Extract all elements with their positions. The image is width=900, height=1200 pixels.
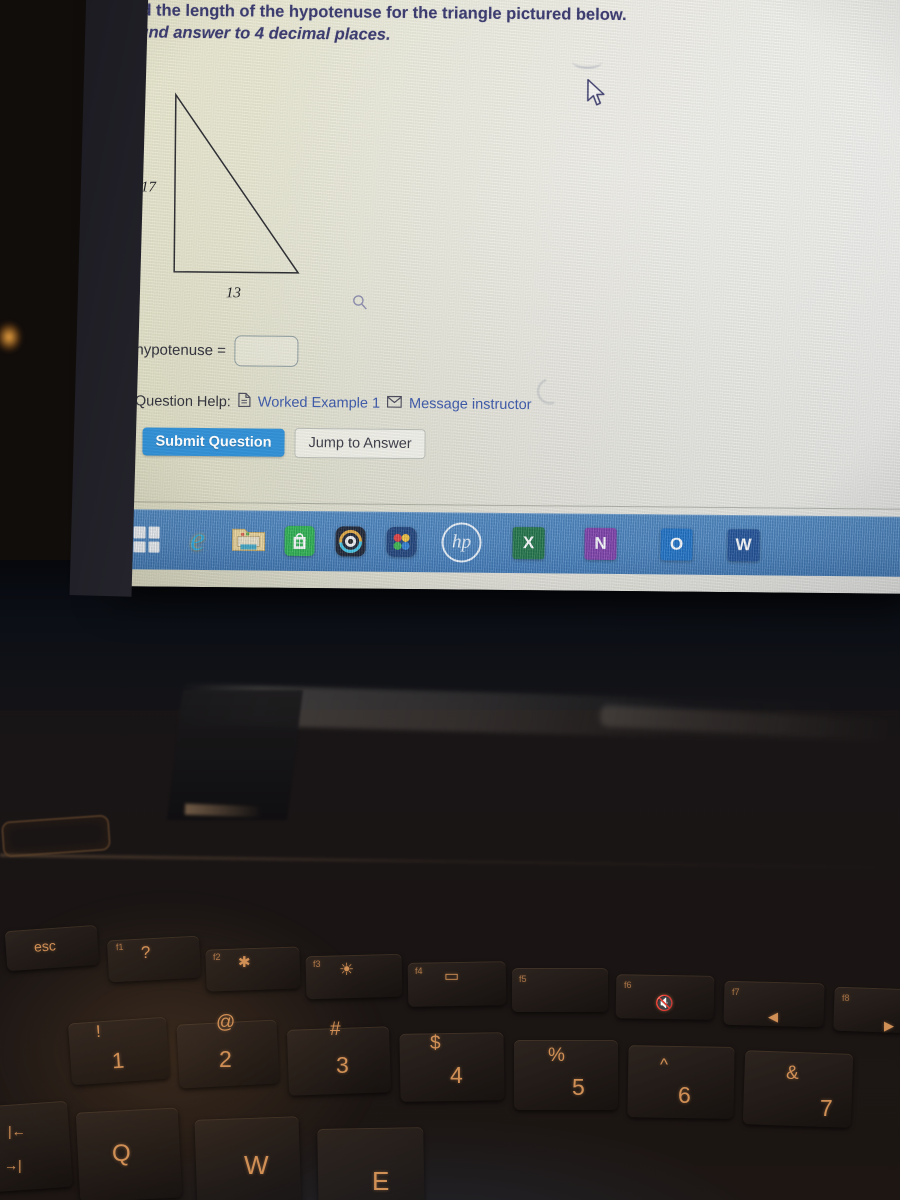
key-6-shift: ^ bbox=[660, 1055, 668, 1074]
key-e-label: E bbox=[372, 1166, 390, 1196]
cursor-trail-artifact bbox=[572, 54, 603, 69]
key-f8-volup-icon: ▶ bbox=[884, 1018, 894, 1033]
hinge-block bbox=[167, 690, 303, 820]
outlook-letter: O bbox=[669, 534, 684, 554]
document-icon bbox=[238, 392, 251, 411]
key-f1-glyph: ? bbox=[140, 942, 151, 963]
key-4-shift: $ bbox=[430, 1033, 441, 1054]
bezel-indicator-light bbox=[0, 322, 22, 352]
key-f2-glyph: ✱ bbox=[238, 954, 251, 971]
key-5-label: 5 bbox=[572, 1074, 585, 1100]
key-f1-fn: f1 bbox=[115, 941, 124, 953]
envelope-icon bbox=[387, 395, 403, 411]
key-e[interactable] bbox=[317, 1127, 425, 1200]
word-icon: W bbox=[727, 529, 760, 562]
internet-explorer-button[interactable]: e bbox=[174, 517, 220, 563]
colorful-app-button[interactable] bbox=[378, 519, 424, 565]
windows-logo-icon bbox=[133, 526, 160, 553]
key-f8-fn: f8 bbox=[842, 993, 850, 1003]
magnifier-icon[interactable] bbox=[351, 293, 369, 316]
key-7-label: 7 bbox=[820, 1095, 833, 1121]
word-letter: W bbox=[735, 535, 752, 555]
outlook-button[interactable]: O bbox=[642, 521, 710, 568]
message-instructor-link[interactable]: Message instructor bbox=[409, 395, 532, 412]
key-f5-fn: f5 bbox=[519, 974, 527, 984]
laptop-screen: Find the length of the hypotenuse for th… bbox=[115, 0, 900, 594]
key-7[interactable] bbox=[742, 1050, 854, 1128]
onenote-icon: N bbox=[584, 527, 617, 560]
question-help-row: Question Help: Worked Example 1 Message … bbox=[135, 391, 532, 414]
submit-question-button[interactable]: Submit Question bbox=[142, 427, 285, 457]
key-6-label: 6 bbox=[678, 1082, 691, 1108]
excel-button[interactable]: X bbox=[498, 520, 558, 567]
answer-label: hypotenuse = bbox=[135, 341, 226, 360]
answer-row: hypotenuse = bbox=[135, 334, 299, 367]
key-f7-voldown-icon: ◀ bbox=[768, 1009, 778, 1024]
outlook-icon: O bbox=[660, 528, 693, 561]
hp-logo-text: hp bbox=[451, 531, 472, 553]
key-4-label: 4 bbox=[450, 1062, 463, 1088]
key-2-label: 2 bbox=[219, 1046, 232, 1072]
leg-label-horizontal: 13 bbox=[225, 285, 242, 302]
hp-support-button[interactable]: hp bbox=[429, 519, 493, 566]
windows-taskbar: e hp X N O W bbox=[115, 509, 900, 577]
key-w-label: W bbox=[244, 1150, 269, 1180]
key-tab-back-icon: |← bbox=[8, 1123, 26, 1139]
jump-to-answer-button[interactable]: Jump to Answer bbox=[294, 427, 426, 460]
file-explorer-icon bbox=[231, 524, 266, 557]
word-button[interactable]: W bbox=[715, 522, 771, 569]
onenote-letter: N bbox=[594, 533, 607, 553]
excel-icon: X bbox=[512, 526, 545, 560]
key-tab[interactable] bbox=[0, 1100, 73, 1194]
key-f3-glyph: ☀ bbox=[339, 960, 355, 979]
puzzle-app-icon bbox=[386, 526, 417, 558]
assignment-page: Find the length of the hypotenuse for th… bbox=[116, 0, 900, 529]
leg-label-vertical: 17 bbox=[140, 179, 157, 196]
key-f2-fn: f2 bbox=[213, 952, 221, 962]
loading-spinner-artifact bbox=[532, 374, 568, 409]
microsoft-store-button[interactable] bbox=[276, 518, 322, 564]
file-explorer-button[interactable] bbox=[225, 517, 271, 563]
key-2-shift: @ bbox=[216, 1012, 236, 1033]
key-5[interactable] bbox=[514, 1040, 618, 1110]
key-esc-label: esc bbox=[33, 937, 57, 955]
triangle-svg bbox=[173, 92, 300, 274]
media-player-icon bbox=[335, 526, 366, 557]
excel-letter: X bbox=[522, 533, 535, 553]
store-bag-icon bbox=[284, 525, 315, 557]
triangle-figure: 17 13 bbox=[138, 86, 440, 310]
key-f4-fn: f4 bbox=[415, 966, 423, 976]
hypotenuse-input[interactable] bbox=[233, 335, 299, 367]
key-f7-fn: f7 bbox=[732, 987, 740, 997]
browser-viewport: Find the length of the hypotenuse for th… bbox=[115, 0, 900, 594]
key-f3-fn: f3 bbox=[313, 959, 321, 969]
key-f6-fn: f6 bbox=[624, 980, 632, 990]
key-f6-mute-icon: 🔇 bbox=[655, 995, 674, 1012]
photo-of-laptop-screen: esc f1 ? f2 ✱ f3 ☀ f4 ▭ f5 f6 🔇 f7 ◀ f8 … bbox=[0, 0, 900, 1200]
key-3-shift: # bbox=[330, 1019, 341, 1040]
question-line-2: Round answer to 4 decimal places. bbox=[116, 22, 391, 44]
worked-example-link[interactable]: Worked Example 1 bbox=[258, 394, 380, 411]
key-1-label: 1 bbox=[111, 1047, 126, 1074]
key-1-shift: ! bbox=[95, 1021, 102, 1042]
key-5-shift: % bbox=[548, 1045, 565, 1066]
question-prompt: Find the length of the hypotenuse for th… bbox=[116, 0, 736, 49]
internet-explorer-icon: e bbox=[190, 521, 206, 558]
key-tab-fwd-icon: →| bbox=[4, 1157, 22, 1173]
power-button[interactable] bbox=[0, 814, 112, 858]
action-buttons: Submit Question Jump to Answer bbox=[142, 426, 426, 460]
media-player-button[interactable] bbox=[327, 518, 373, 564]
key-f4-glyph: ▭ bbox=[444, 968, 460, 985]
key-7-shift: & bbox=[786, 1063, 799, 1084]
mouse-cursor-icon bbox=[586, 78, 608, 114]
question-help-label: Question Help: bbox=[134, 392, 231, 410]
key-3-label: 3 bbox=[336, 1052, 349, 1078]
onenote-button[interactable]: N bbox=[563, 520, 637, 567]
key-q-label: Q bbox=[112, 1140, 131, 1167]
hp-logo-icon: hp bbox=[441, 522, 482, 563]
